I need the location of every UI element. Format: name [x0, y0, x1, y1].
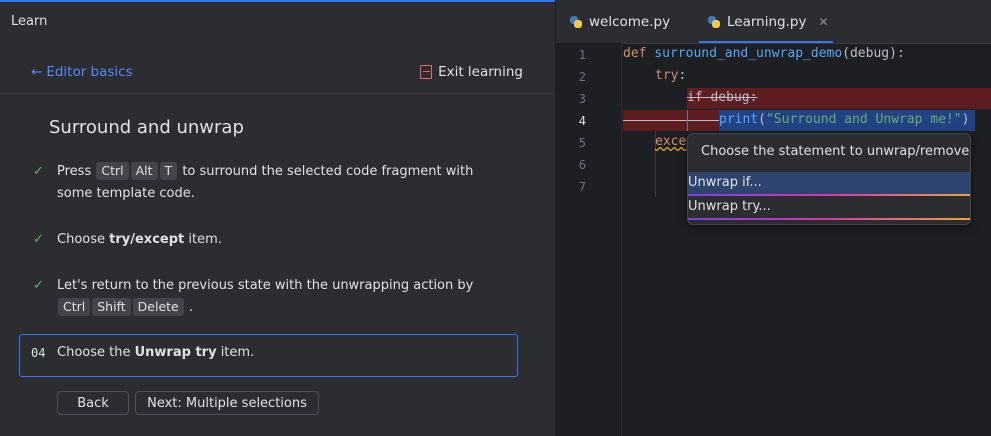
check-icon: ✓ — [33, 278, 44, 293]
step-text: Choose the — [57, 345, 131, 360]
learn-panel: Learn ← Editor basics Exit learning Surr… — [0, 0, 556, 436]
panel-title: Learn — [11, 14, 48, 29]
indent-guide — [687, 110, 688, 131]
code-text: ) — [961, 112, 970, 127]
code-line-3[interactable]: if debug: — [687, 90, 757, 105]
popup-item-label: Unwrap if... — [688, 175, 762, 190]
step-text: item. — [188, 232, 222, 247]
line-gutter: 1 2 3 4 5 6 7 — [556, 43, 622, 436]
kbd-key: Ctrl — [58, 298, 91, 316]
code-string: "Surround and Unwrap me!" — [765, 112, 962, 127]
step-bold: try/except — [109, 232, 185, 247]
exit-learning-label: Exit learning — [438, 64, 523, 80]
popup-item-label: Unwrap try... — [688, 199, 771, 214]
python-file-icon — [707, 15, 721, 29]
kbd-key: T — [159, 162, 178, 180]
kbd-key: Shift — [92, 298, 131, 316]
exit-icon — [420, 65, 433, 79]
python-file-icon — [569, 15, 583, 29]
kbd-key: Alt — [130, 162, 158, 180]
code-line-4[interactable]: print("Surround and Unwrap me!") — [719, 112, 969, 127]
strikethrough-line — [623, 120, 719, 121]
divider — [0, 93, 555, 94]
code-line-1[interactable]: def surround_and_unwrap_demo(debug): — [623, 46, 905, 61]
code-text: (debug): — [842, 46, 905, 61]
popup-item-unwrap-if[interactable]: Unwrap if... — [688, 172, 970, 196]
close-icon[interactable]: ✕ — [818, 15, 828, 29]
arrow-left-icon: ← — [31, 64, 43, 80]
line-number: 6 — [578, 158, 586, 172]
line-number: 7 — [578, 180, 586, 194]
tab-learning-py[interactable]: Learning.py ✕ — [699, 0, 833, 43]
tab-welcome-py[interactable]: welcome.py — [569, 0, 670, 43]
line-number: 1 — [578, 48, 586, 62]
tab-label: Learning.py — [727, 13, 807, 30]
unwrap-popup: Choose the statement to unwrap/remove Un… — [687, 133, 971, 225]
current-step: 04 Choose the Unwrap try item. — [19, 334, 518, 377]
back-button[interactable]: Back — [57, 391, 129, 415]
check-icon: ✓ — [33, 164, 44, 179]
code-keyword: try — [655, 68, 679, 83]
code-line-5[interactable]: exce — [655, 134, 686, 149]
code-text: ( — [758, 112, 766, 127]
exit-learning-button[interactable]: Exit learning — [420, 64, 523, 80]
code-line-2[interactable]: try: — [655, 68, 686, 83]
next-lesson-button[interactable]: Next: Multiple selections — [135, 391, 319, 415]
popup-item-unwrap-try[interactable]: Unwrap try... — [688, 196, 970, 220]
check-icon: ✓ — [33, 232, 44, 247]
step-text: Let's return to the previous state with … — [57, 278, 474, 293]
breadcrumb-editor-basics[interactable]: ← Editor basics — [31, 64, 133, 80]
kbd-key: Ctrl — [96, 162, 129, 180]
line-number: 5 — [578, 136, 586, 150]
code-keyword: exce — [655, 134, 687, 149]
code-text: : — [678, 68, 687, 83]
line-number: 4 — [578, 114, 586, 128]
kbd-key: Delete — [132, 298, 184, 316]
code-keyword: def — [623, 46, 647, 61]
step-text: Choose — [57, 232, 105, 247]
line-number: 3 — [578, 92, 586, 106]
code-function: print — [719, 112, 759, 127]
lesson-title: Surround and unwrap — [49, 117, 244, 138]
editor-tab-bar: welcome.py Learning.py ✕ — [556, 0, 991, 44]
step-text: Press — [57, 164, 92, 179]
item-underline — [688, 218, 970, 220]
popup-title: Choose the statement to unwrap/remove — [701, 144, 970, 159]
line-number: 2 — [578, 70, 586, 84]
code-function: surround_and_unwrap_demo — [654, 46, 843, 61]
step-text: . — [188, 300, 194, 315]
step-bold: Unwrap try — [134, 345, 217, 360]
tab-label: welcome.py — [589, 13, 671, 30]
step-text: item. — [220, 345, 255, 360]
step-number: 04 — [31, 346, 46, 360]
breadcrumb-label: Editor basics — [46, 64, 133, 80]
panel-focus-line — [0, 0, 555, 2]
